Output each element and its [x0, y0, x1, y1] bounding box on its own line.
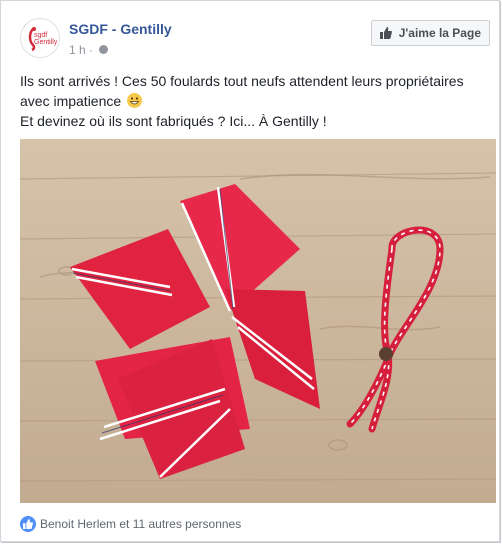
thumbs-up-icon	[379, 27, 392, 39]
facebook-post-card: sgdf Gentilly SGDF - Gentilly 1 h · J'ai…	[0, 0, 500, 542]
reactions-summary[interactable]: Benoit Herlem et 11 autres personnes	[20, 516, 241, 532]
post-text-line-1: Ils sont arrivés ! Ces 50 foulards tout …	[20, 71, 490, 111]
post-message: Ils sont arrivés ! Ces 50 foulards tout …	[20, 71, 490, 131]
page-name-link[interactable]: SGDF - Gentilly	[69, 21, 172, 37]
reactions-text: Benoit Herlem et 11 autres personnes	[40, 517, 242, 531]
meta-separator: ·	[89, 43, 94, 57]
post-meta: 1 h ·	[69, 43, 109, 57]
post-text-line-2: Et devinez où ils sont fabriqués ? Ici..…	[20, 113, 327, 129]
globe-icon	[99, 45, 109, 55]
page-avatar[interactable]: sgdf Gentilly	[20, 18, 60, 58]
avatar-label: sgdf Gentilly	[34, 32, 58, 46]
like-page-button[interactable]: J'aime la Page	[370, 20, 490, 46]
post-photo[interactable]	[20, 139, 496, 503]
woggle-ring-icon	[379, 347, 393, 361]
post-time[interactable]: 1 h	[69, 43, 86, 57]
grinning-face-emoji-icon	[127, 93, 143, 108]
post-text-line-1-content: Ils sont arrivés ! Ces 50 foulards tout …	[20, 73, 464, 109]
scarves-photo-image	[20, 139, 496, 503]
like-page-label: J'aime la Page	[398, 26, 481, 40]
like-reaction-icon	[20, 516, 36, 532]
